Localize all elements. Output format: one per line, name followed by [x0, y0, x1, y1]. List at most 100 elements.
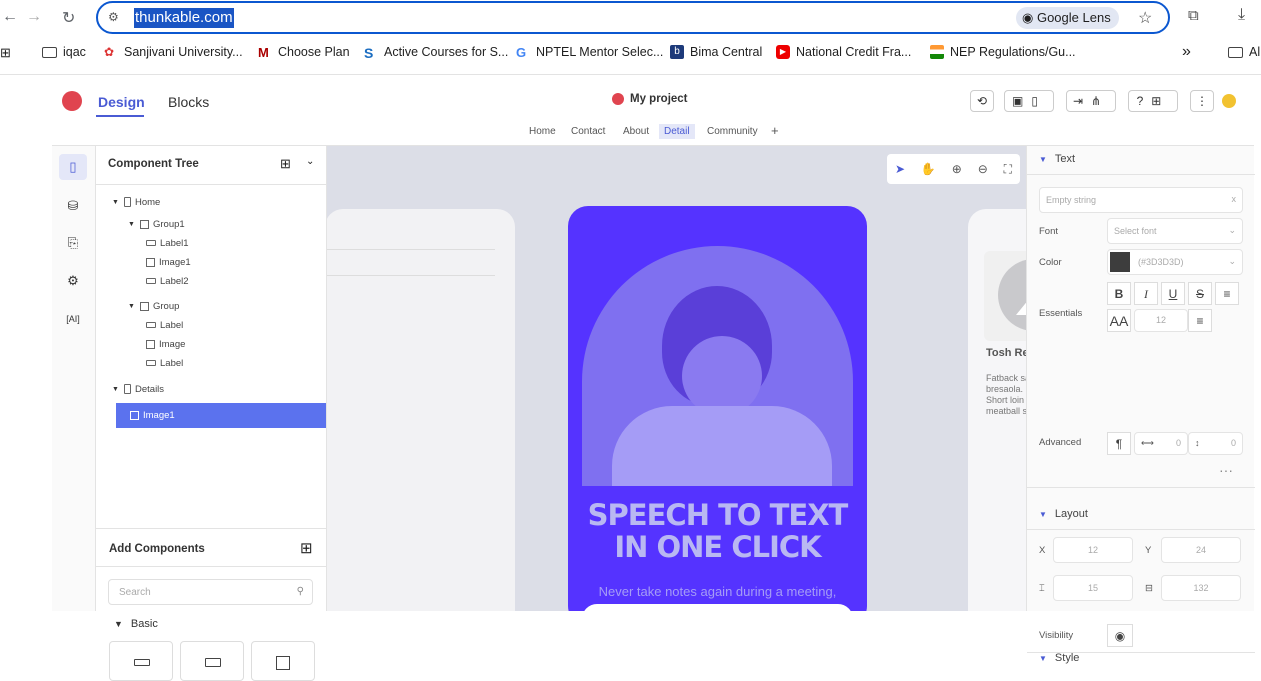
text-value-input[interactable]: Empty string x: [1039, 187, 1243, 213]
tree-item-label-2[interactable]: Label: [146, 355, 183, 371]
color-picker[interactable]: (#3D3D3D) ⌄: [1107, 249, 1243, 275]
forward-icon[interactable]: →: [26, 8, 42, 26]
bookmark-iqac[interactable]: iqac: [42, 45, 86, 59]
database-icon[interactable]: ⛁: [59, 193, 87, 219]
tree-item-label2[interactable]: Label2: [146, 273, 189, 289]
basic-category[interactable]: ▼ Basic: [114, 618, 158, 630]
font-size-input[interactable]: 12: [1134, 309, 1188, 332]
google-lens-button[interactable]: ◉ Google Lens: [1016, 7, 1119, 29]
ai-icon[interactable]: [AI]: [59, 306, 87, 332]
thunkable-logo-icon[interactable]: [62, 91, 82, 111]
url-text[interactable]: thunkable.com: [134, 8, 234, 28]
site-settings-icon[interactable]: ⚙: [108, 10, 119, 24]
reload-icon[interactable]: ↻: [62, 8, 75, 28]
more-menu-icon[interactable]: ⋮: [1190, 90, 1214, 112]
help-buttons[interactable]: ?⊞: [1128, 90, 1178, 112]
pointer-icon[interactable]: ➤: [895, 162, 905, 176]
back-icon[interactable]: ←: [2, 8, 18, 26]
visibility-eye-icon[interactable]: ◉: [1107, 624, 1133, 647]
download-icon[interactable]: ⤓: [1238, 6, 1245, 24]
component-search-input[interactable]: Search ⚲: [108, 579, 313, 605]
italic-button[interactable]: I: [1134, 282, 1158, 305]
bookmark-choose-plan[interactable]: M Choose Plan: [258, 45, 350, 60]
star-icon[interactable]: ☆: [1138, 8, 1152, 28]
screen-tab-about[interactable]: About: [618, 124, 654, 139]
tree-item-image[interactable]: Image: [146, 336, 185, 352]
bookmark-folder-last[interactable]: Al: [1228, 45, 1260, 59]
screen-icon: [124, 384, 131, 394]
chevron-down-icon[interactable]: ⌄: [306, 156, 314, 167]
bookmark-active-courses[interactable]: S Active Courses for S...: [364, 45, 508, 61]
apps-icon[interactable]: ⊞: [0, 45, 11, 61]
extensions-icon[interactable]: ⧉: [1188, 7, 1199, 24]
screen-preview-right[interactable]: Tosh Reg Fatback salami chick bresaola. …: [968, 209, 1026, 611]
text-section-header[interactable]: ▼ Text: [1039, 153, 1075, 165]
tree-item-group1[interactable]: ▼ Group1: [128, 216, 185, 232]
style-section-header[interactable]: ▼ Style: [1039, 652, 1079, 664]
user-avatar[interactable]: [1222, 94, 1236, 108]
tile-label[interactable]: [180, 641, 244, 681]
bookmarks-overflow-icon[interactable]: »: [1182, 43, 1191, 61]
y-input[interactable]: 24: [1161, 537, 1241, 563]
bookmark-bima-central[interactable]: b Bima Central: [670, 45, 762, 59]
tree-item-image1[interactable]: Image1: [146, 254, 191, 270]
zoom-in-icon[interactable]: ⊕: [952, 162, 962, 176]
clear-icon[interactable]: x: [1232, 194, 1237, 204]
screen-preview-left[interactable]: [327, 209, 515, 611]
more-options-icon[interactable]: ···: [1219, 462, 1233, 478]
hero-subline[interactable]: Never take notes again during a meeting,: [568, 584, 867, 599]
strikethrough-button[interactable]: S: [1188, 282, 1212, 305]
tile-image[interactable]: [251, 641, 315, 681]
settings-icon[interactable]: ⚙: [59, 268, 87, 294]
layout-section-header[interactable]: ▼ Layout: [1039, 508, 1088, 520]
design-canvas[interactable]: SPEECH TO TEXT IN ONE CLICK Never take n…: [327, 146, 1026, 611]
tree-item-home[interactable]: ▼ Home: [112, 194, 160, 210]
tile-button[interactable]: [109, 641, 173, 681]
image-placeholder[interactable]: [984, 251, 1026, 341]
assets-icon[interactable]: ⎘: [59, 230, 87, 256]
tab-design[interactable]: Design: [98, 94, 145, 110]
address-bar[interactable]: ⚙ thunkable.com ◉ Google Lens ☆: [96, 1, 1170, 34]
history-icon[interactable]: ⟲: [970, 90, 994, 112]
screen-tab-contact[interactable]: Contact: [566, 124, 610, 139]
height-input[interactable]: 15: [1053, 575, 1133, 601]
color-swatch[interactable]: [1110, 252, 1130, 272]
hero-image[interactable]: [582, 246, 853, 486]
zoom-out-icon[interactable]: ⊖: [978, 162, 988, 176]
bold-button[interactable]: B: [1107, 282, 1131, 305]
line-height-input[interactable]: ↕ 0: [1188, 432, 1243, 455]
screen-tab-community[interactable]: Community: [702, 124, 763, 139]
tree-item-selected[interactable]: Image1: [116, 403, 326, 428]
line-height-icon[interactable]: ≡: [1188, 309, 1212, 332]
add-screen-button[interactable]: +: [766, 121, 784, 140]
bookmark-nep[interactable]: NEP Regulations/Gu...: [930, 45, 1076, 59]
screen-tab-home[interactable]: Home: [524, 124, 561, 139]
align-left-icon[interactable]: ≡: [1215, 282, 1239, 305]
bookmark-sanjivani[interactable]: ✿ Sanjivani University...: [104, 45, 243, 59]
add-component-icon[interactable]: ⊞: [300, 539, 313, 557]
screen-tab-detail[interactable]: Detail: [659, 124, 695, 139]
cta-button[interactable]: [582, 604, 853, 611]
add-screen-icon[interactable]: ⊞: [280, 156, 291, 172]
underline-button[interactable]: U: [1161, 282, 1185, 305]
tab-blocks[interactable]: Blocks: [168, 94, 209, 110]
preview-buttons[interactable]: ▣▯: [1004, 90, 1054, 112]
components-icon[interactable]: ▯: [59, 154, 87, 180]
x-input[interactable]: 12: [1053, 537, 1133, 563]
hero-headline[interactable]: SPEECH TO TEXT IN ONE CLICK: [568, 499, 867, 563]
project-title[interactable]: My project: [612, 93, 688, 105]
fit-screen-icon[interactable]: ⛶: [1004, 162, 1012, 177]
tree-item-label[interactable]: Label: [146, 317, 183, 333]
bookmark-national-credit[interactable]: ▶ National Credit Fra...: [776, 45, 911, 59]
width-input[interactable]: 132: [1161, 575, 1241, 601]
font-select[interactable]: Select font ⌄: [1107, 218, 1243, 244]
share-buttons[interactable]: ⇥⋔: [1066, 90, 1116, 112]
letter-spacing-input[interactable]: ⟷ 0: [1134, 432, 1188, 455]
tree-item-group[interactable]: ▼ Group: [128, 298, 179, 314]
hand-icon[interactable]: ✋: [921, 162, 936, 176]
bookmark-nptel[interactable]: G NPTEL Mentor Selec...: [516, 45, 663, 60]
paragraph-icon[interactable]: ¶: [1107, 432, 1131, 455]
tree-item-details[interactable]: ▼ Details: [112, 381, 164, 397]
tree-item-label1[interactable]: Label1: [146, 235, 189, 251]
screen-preview-detail[interactable]: SPEECH TO TEXT IN ONE CLICK Never take n…: [568, 206, 867, 611]
